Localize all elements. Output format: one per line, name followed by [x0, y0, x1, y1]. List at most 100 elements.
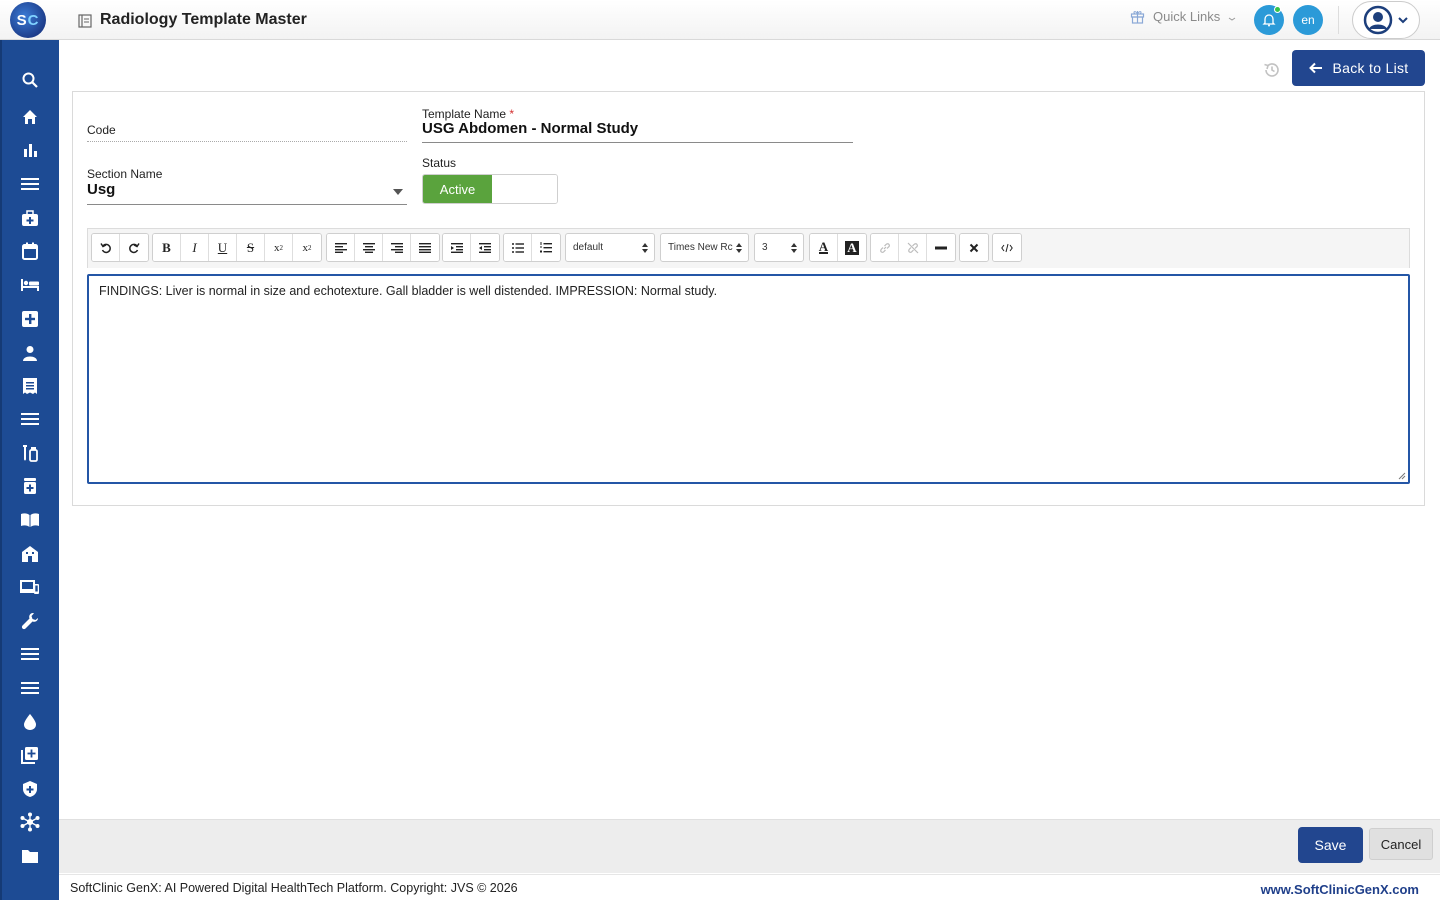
cancel-button[interactable]: Cancel	[1369, 828, 1433, 860]
redo-icon[interactable]	[120, 234, 148, 261]
menu-icon[interactable]	[19, 408, 41, 430]
menu-icon[interactable]	[19, 677, 41, 699]
code-input[interactable]	[87, 141, 407, 142]
text-style-group: B I U S x2 x2	[152, 233, 322, 262]
page-title: Radiology Template Master	[100, 11, 307, 28]
home-icon[interactable]	[19, 106, 41, 128]
template-name-label: Template Name *	[422, 107, 515, 121]
shield-icon[interactable]	[19, 778, 41, 800]
status-inactive-option[interactable]	[492, 175, 557, 203]
text-color-icon[interactable]: A	[810, 234, 838, 261]
wrench-icon[interactable]	[19, 610, 41, 632]
menu-icon[interactable]	[19, 173, 41, 195]
chevron-down-icon	[1398, 17, 1408, 24]
align-justify-icon[interactable]	[411, 234, 439, 261]
section-name-underline	[87, 204, 407, 205]
lab-tubes-icon[interactable]	[19, 442, 41, 464]
quick-links-label: Quick Links	[1153, 9, 1221, 24]
alignment-group	[326, 233, 440, 262]
align-left-icon[interactable]	[327, 234, 355, 261]
user-menu[interactable]	[1352, 1, 1420, 39]
code-label: Code	[87, 123, 116, 137]
chevron-down-icon[interactable]	[393, 189, 403, 195]
search-icon[interactable]	[19, 69, 41, 91]
avatar	[1363, 5, 1393, 35]
indent-icon[interactable]	[443, 234, 471, 261]
superscript-icon[interactable]: x2	[293, 234, 321, 261]
calendar-icon[interactable]	[19, 240, 41, 262]
italic-icon[interactable]: I	[181, 234, 209, 261]
notifications-button[interactable]	[1254, 5, 1284, 35]
section-name-label: Section Name	[87, 167, 163, 181]
bold-icon[interactable]: B	[153, 234, 181, 261]
font-size-value: 3	[762, 242, 768, 253]
building-icon[interactable]	[19, 543, 41, 565]
editor-toolbar: B I U S x2 x2 default Times New Rc 3 A A	[87, 228, 1410, 268]
resize-handle-icon[interactable]	[1398, 472, 1406, 480]
folder-icon[interactable]	[19, 845, 41, 867]
hospital-plus-icon[interactable]	[19, 308, 41, 330]
subscript-icon[interactable]: x2	[265, 234, 293, 261]
add-library-icon[interactable]	[19, 744, 41, 766]
app-logo[interactable]: SC	[10, 2, 46, 38]
gift-icon	[1130, 11, 1145, 24]
font-size-select[interactable]: 3	[754, 233, 804, 262]
book-icon[interactable]	[19, 509, 41, 531]
menu-icon[interactable]	[19, 643, 41, 665]
copyright-text: SoftClinic GenX: AI Powered Digital Heal…	[70, 881, 518, 895]
template-name-underline	[422, 142, 853, 143]
undo-icon[interactable]	[92, 234, 120, 261]
format-block-select[interactable]: default	[565, 233, 655, 262]
back-to-list-label: Back to List	[1332, 60, 1409, 76]
underline-icon[interactable]: U	[209, 234, 237, 261]
history-group	[91, 233, 149, 262]
history-icon[interactable]	[1262, 60, 1282, 80]
source-group	[992, 233, 1022, 262]
section-name-select[interactable]: Usg	[87, 181, 115, 198]
website-link[interactable]: www.SoftClinicGenX.com	[1261, 882, 1419, 897]
status-active-option[interactable]: Active	[423, 175, 492, 203]
align-right-icon[interactable]	[383, 234, 411, 261]
arrow-left-icon	[1308, 62, 1322, 74]
devices-icon[interactable]	[19, 576, 41, 598]
medical-kit-icon[interactable]	[19, 207, 41, 229]
select-arrows-icon	[736, 243, 742, 253]
font-name-value: Times New Rc	[668, 242, 733, 253]
link-group	[870, 233, 956, 262]
footer: SoftClinic GenX: AI Powered Digital Heal…	[59, 874, 1440, 900]
link-icon[interactable]	[871, 234, 899, 261]
status-toggle[interactable]: Active	[422, 174, 558, 204]
select-arrows-icon	[642, 243, 648, 253]
strikethrough-icon[interactable]: S	[237, 234, 265, 261]
person-icon[interactable]	[19, 342, 41, 364]
clear-format-group	[959, 233, 989, 262]
receipt-icon[interactable]	[19, 375, 41, 397]
bell-icon	[1262, 14, 1276, 27]
unlink-icon[interactable]	[899, 234, 927, 261]
clear-format-icon[interactable]	[960, 234, 988, 261]
horizontal-rule-icon[interactable]	[927, 234, 955, 261]
status-label: Status	[422, 156, 457, 170]
pharmacy-icon[interactable]	[19, 475, 41, 497]
language-button[interactable]: en	[1293, 5, 1323, 35]
editor-content: FINDINGS: Liver is normal in size and ec…	[99, 284, 718, 298]
align-center-icon[interactable]	[355, 234, 383, 261]
list-group	[503, 233, 561, 262]
code-view-icon[interactable]	[993, 234, 1021, 261]
required-mark: *	[509, 107, 515, 121]
bullet-list-icon[interactable]	[504, 234, 532, 261]
network-icon[interactable]	[19, 811, 41, 833]
outdent-icon[interactable]	[471, 234, 499, 261]
bed-icon[interactable]	[19, 274, 41, 296]
top-bar: SC Radiology Template Master Quick Links…	[0, 0, 1440, 40]
numbered-list-icon[interactable]	[532, 234, 560, 261]
save-button[interactable]: Save	[1298, 827, 1363, 863]
font-name-select[interactable]: Times New Rc	[660, 233, 749, 262]
rich-text-editor[interactable]: FINDINGS: Liver is normal in size and ec…	[87, 274, 1410, 484]
back-to-list-button[interactable]: Back to List	[1292, 50, 1425, 86]
quick-links-menu[interactable]: Quick Links	[1130, 9, 1236, 24]
blood-drop-icon[interactable]	[19, 711, 41, 733]
chart-icon[interactable]	[19, 139, 41, 161]
background-color-icon[interactable]: A	[838, 234, 866, 261]
template-name-input[interactable]: USG Abdomen - Normal Study	[422, 120, 638, 137]
